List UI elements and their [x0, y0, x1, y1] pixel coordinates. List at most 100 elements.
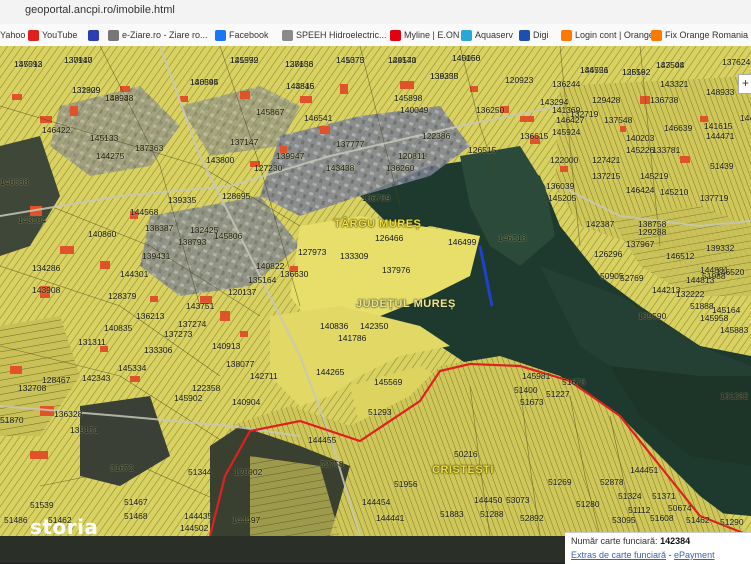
parcel-number[interactable]: 51468 — [124, 512, 148, 521]
parcel-number[interactable]: 122386 — [422, 132, 450, 141]
parcel-number[interactable]: 144502 — [180, 524, 208, 533]
parcel-number[interactable]: 50674 — [668, 504, 692, 513]
parcel-number[interactable]: 136260 — [386, 164, 414, 173]
parcel-number[interactable]: 144568 — [130, 208, 158, 217]
parcel-number[interactable]: 51293 — [368, 408, 392, 417]
parcel-number[interactable]: 143504 — [18, 216, 46, 225]
parcel-number[interactable]: 120811 — [398, 152, 426, 161]
parcel-number[interactable]: 136244 — [552, 80, 580, 89]
parcel-number[interactable]: 144471 — [706, 132, 734, 141]
bookmark-7[interactable]: Aquaserv — [461, 28, 513, 42]
parcel-number[interactable]: 120137 — [228, 288, 256, 297]
parcel-number[interactable]: 51672 — [110, 464, 134, 473]
parcel-number[interactable]: 139335 — [430, 72, 458, 81]
parcel-number[interactable]: 145924 — [552, 128, 580, 137]
url-text[interactable]: geoportal.ancpi.ro/imobile.html — [25, 4, 175, 16]
parcel-number[interactable]: 140595 — [190, 78, 218, 87]
parcel-number[interactable]: 131282 — [720, 392, 748, 401]
parcel-number[interactable]: 139335 — [168, 196, 196, 205]
parcel-number[interactable]: 131309 — [72, 86, 100, 95]
parcel-number[interactable]: 51288 — [480, 510, 504, 519]
bookmark-2[interactable] — [88, 28, 99, 42]
cadastral-map[interactable]: 135092 137917 136844 125979 138653 145075 1445… — [0, 46, 751, 536]
parcel-number[interactable]: 143908 — [32, 286, 60, 295]
parcel-number[interactable]: 137976 — [382, 266, 410, 275]
parcel-number[interactable]: 122358 — [192, 384, 220, 393]
parcel-number[interactable]: 127230 — [254, 164, 282, 173]
parcel-number[interactable]: 144556 — [580, 66, 608, 75]
parcel-number[interactable]: 139151 — [70, 426, 98, 435]
parcel-number[interactable]: 136738 — [650, 96, 678, 105]
parcel-number[interactable]: 135164 — [248, 276, 276, 285]
parcel-number[interactable]: 146422 — [42, 126, 70, 135]
parcel-number[interactable]: 145226 — [626, 146, 654, 155]
parcel-number[interactable]: 140913 — [212, 342, 240, 351]
parcel-number[interactable]: 53073 — [506, 496, 530, 505]
parcel-number[interactable]: 137215 — [592, 172, 620, 181]
parcel-number[interactable]: 51227 — [546, 390, 570, 399]
parcel-number[interactable]: 51608 — [650, 514, 674, 523]
parcel-number[interactable]: 142343 — [82, 374, 110, 383]
parcel-number[interactable]: 143800 — [206, 156, 234, 165]
parcel-number[interactable]: 138387 — [145, 224, 173, 233]
bookmark-9[interactable]: Login cont | Orange — [561, 28, 654, 42]
extras-link[interactable]: Extras de carte funciară — [571, 550, 666, 560]
parcel-number[interactable]: 145898 — [394, 94, 422, 103]
parcel-number[interactable]: 51462 — [686, 516, 710, 525]
parcel-number[interactable]: 143504 — [656, 61, 684, 70]
parcel-number[interactable]: 51486 — [4, 516, 28, 525]
parcel-number[interactable]: 128695 — [222, 192, 250, 201]
parcel-number[interactable]: 141592 — [230, 56, 258, 65]
parcel-number[interactable]: 146424 — [626, 186, 654, 195]
parcel-number[interactable]: 52758 — [320, 460, 344, 469]
bookmark-1[interactable]: YouTube — [28, 28, 77, 42]
parcel-number[interactable]: 51673 — [520, 398, 544, 407]
parcel-number[interactable]: 51467 — [124, 498, 148, 507]
parcel-number[interactable]: 148933 — [105, 94, 133, 103]
parcel-number[interactable]: 144301 — [120, 270, 148, 279]
parcel-number[interactable]: 143815 — [286, 82, 314, 91]
parcel-number[interactable]: 136328 — [54, 410, 82, 419]
parcel-number[interactable]: 50216 — [454, 450, 478, 459]
parcel-number[interactable]: 129288 — [638, 228, 666, 237]
parcel-number[interactable]: 145156 — [452, 54, 480, 63]
parcel-number[interactable]: 126296 — [594, 250, 622, 259]
parcel-number[interactable]: 143438 — [326, 164, 354, 173]
parcel-number[interactable]: 129428 — [592, 96, 620, 105]
parcel-number[interactable]: 145569 — [374, 378, 402, 387]
parcel-number[interactable]: 51539 — [30, 501, 54, 510]
browser-address-bar[interactable]: geoportal.ancpi.ro/imobile.html — [0, 0, 751, 25]
parcel-number[interactable]: 147513 — [14, 60, 42, 69]
parcel-number[interactable]: 52769 — [620, 274, 644, 283]
parcel-number[interactable]: 137363 — [135, 144, 163, 153]
parcel-number[interactable]: 145902 — [174, 394, 202, 403]
parcel-number[interactable]: 137624 — [722, 58, 750, 67]
parcel-number[interactable]: 133306 — [144, 346, 172, 355]
parcel-number[interactable]: 51269 — [548, 478, 572, 487]
parcel-number[interactable]: 126515 — [468, 146, 496, 155]
parcel-number[interactable]: 136039 — [546, 182, 574, 191]
parcel-number[interactable]: 146541 — [304, 114, 332, 123]
parcel-number[interactable]: 142387 — [586, 220, 614, 229]
bookmark-10[interactable]: Fix Orange Romania — [651, 28, 748, 42]
parcel-number[interactable]: 51888 — [690, 302, 714, 311]
parcel-number[interactable]: 125592 — [622, 68, 650, 77]
parcel-number[interactable]: 136250 — [476, 106, 504, 115]
parcel-number[interactable]: 145205 — [548, 194, 576, 203]
parcel-number[interactable]: 51112 — [628, 506, 650, 515]
parcel-number[interactable]: 145867 — [256, 108, 284, 117]
parcel-number[interactable]: 140860 — [88, 230, 116, 239]
parcel-number[interactable]: 127136 — [285, 60, 313, 69]
parcel-number[interactable]: 137967 — [626, 240, 654, 249]
parcel-number[interactable]: 51439 — [710, 162, 734, 171]
parcel-number[interactable]: 132222 — [676, 290, 704, 299]
parcel-number[interactable]: 144265 — [316, 368, 344, 377]
parcel-number[interactable]: 137777 — [336, 140, 364, 149]
parcel-number[interactable]: 140203 — [626, 134, 654, 143]
parcel-number[interactable]: 145806 — [214, 232, 242, 241]
parcel-number[interactable]: 145981 — [522, 372, 550, 381]
parcel-number[interactable]: 148933 — [706, 88, 734, 97]
parcel-number[interactable]: 144455 — [308, 436, 336, 445]
parcel-number[interactable]: 145210 — [660, 188, 688, 197]
parcel-number[interactable]: 140904 — [232, 398, 260, 407]
